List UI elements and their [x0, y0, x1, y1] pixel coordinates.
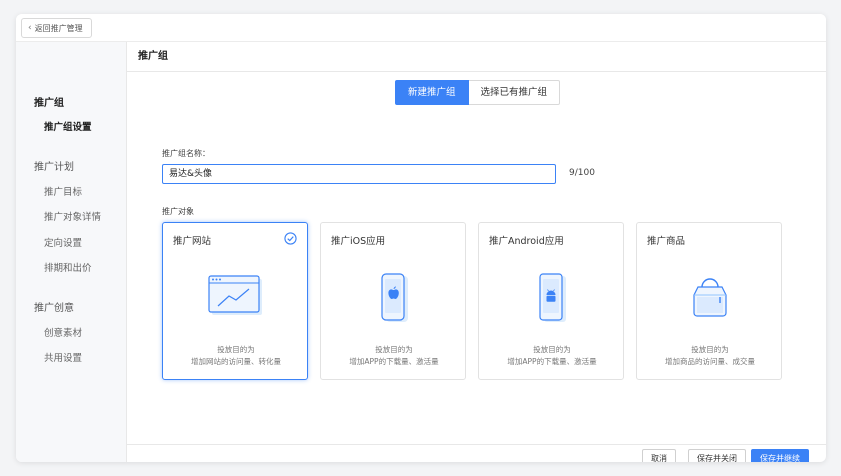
android-phone-icon: [539, 273, 566, 322]
tab-new-ad-group[interactable]: 新建推广组: [395, 80, 469, 105]
card-desc-line1: 投放目的为: [217, 345, 255, 354]
sidebar-item-schedule-bid[interactable]: 排期和出价: [44, 260, 92, 274]
check-circle-icon: [284, 232, 297, 245]
footer-divider: [127, 444, 826, 445]
name-char-counter: 9/100: [569, 168, 595, 178]
browser-chart-icon: [208, 275, 262, 315]
sidebar-item-target-details[interactable]: 推广对象详情: [44, 209, 101, 223]
sidebar-item-ad-group-settings[interactable]: 推广组设置: [44, 119, 92, 133]
card-desc-line1: 投放目的为: [533, 345, 571, 354]
ad-group-mode-tabs: 新建推广组 选择已有推广组: [395, 80, 561, 105]
card-desc-line2: 增加APP的下载量、激活量: [507, 357, 597, 366]
sidebar-item-shared-settings[interactable]: 共用设置: [44, 350, 82, 364]
sidebar-item-targeting[interactable]: 定向设置: [44, 235, 82, 249]
card-desc-line2: 增加商品的访问量、成交量: [665, 357, 755, 366]
sidebar-group-ad-group[interactable]: 推广组: [34, 94, 64, 109]
card-promote-website[interactable]: 推广网站 投放目的为 增加网站的访问量、转化量: [162, 222, 308, 380]
sidebar-group-creative[interactable]: 推广创意: [34, 299, 74, 314]
iphone-apple-icon: [381, 273, 408, 322]
sidebar-item-creative-material[interactable]: 创意素材: [44, 325, 82, 339]
sidebar: 推广组 推广组设置 推广计划 推广目标 推广对象详情 定向设置 排期和出价 推广…: [16, 42, 126, 462]
card-title: 推广网站: [173, 236, 212, 247]
card-promote-product[interactable]: 推广商品 投放目的为 增加商品的访问量、成交量: [636, 222, 782, 380]
main-panel: 推广组 新建推广组 选择已有推广组 推广组名称： 易达&头像 9/100 推广对…: [126, 42, 826, 462]
card-title: 推广商品: [647, 236, 686, 247]
app-window: ‹ 返回推广管理 推广组 推广组设置 推广计划 推广目标 推广对象详情 定向设置…: [16, 14, 826, 462]
card-title: 推广Android应用: [489, 236, 564, 247]
sidebar-group-campaign[interactable]: 推广计划: [34, 158, 74, 173]
ad-group-name-input[interactable]: 易达&头像: [162, 164, 556, 184]
sidebar-item-target[interactable]: 推广目标: [44, 184, 82, 198]
page-title: 推广组: [127, 42, 826, 72]
card-promote-ios-app[interactable]: 推广iOS应用 投放目的为 增加APP的下载量、激活量: [320, 222, 466, 380]
top-bar: ‹ 返回推广管理: [16, 14, 826, 42]
cancel-button[interactable]: 取消: [642, 449, 676, 462]
card-desc-line2: 增加APP的下载量、激活量: [349, 357, 439, 366]
tab-existing-ad-group[interactable]: 选择已有推广组: [468, 80, 561, 105]
card-title: 推广iOS应用: [331, 236, 386, 247]
ad-group-name-label: 推广组名称：: [162, 149, 210, 158]
save-and-continue-button[interactable]: 保存并继续: [751, 449, 809, 462]
back-to-promotion-button[interactable]: ‹ 返回推广管理: [21, 18, 92, 38]
promotion-target-label: 推广对象: [162, 207, 194, 216]
card-desc-line2: 增加网站的访问量、转化量: [191, 357, 281, 366]
back-button-label: 返回推广管理: [34, 23, 83, 33]
card-desc-line1: 投放目的为: [375, 345, 413, 354]
card-desc-line1: 投放目的为: [691, 345, 729, 354]
save-and-close-button[interactable]: 保存并关闭: [688, 449, 746, 462]
card-promote-android-app[interactable]: 推广Android应用 投放目的为 增加APP的下载量、激活量: [478, 222, 624, 380]
chevron-left-icon: ‹: [28, 23, 32, 33]
shopping-bag-icon: [693, 278, 727, 317]
